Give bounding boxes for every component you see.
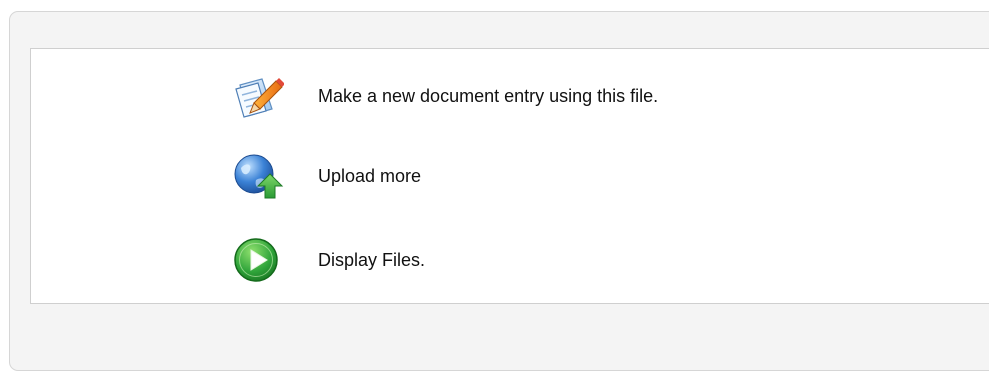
display-files-label: Display Files. (318, 249, 426, 270)
play-icon (232, 236, 296, 284)
new-document-entry-link[interactable]: Make a new document entry using this fil… (232, 58, 658, 134)
upload-more-label: Upload more (318, 165, 422, 186)
upload-more-link[interactable]: Upload more (232, 134, 658, 218)
action-list: Make a new document entry using this fil… (232, 58, 658, 302)
display-files-link[interactable]: Display Files. (232, 218, 658, 302)
edit-document-icon (232, 72, 296, 120)
globe-upload-icon (232, 152, 296, 200)
new-document-entry-label: Make a new document entry using this fil… (318, 85, 659, 106)
